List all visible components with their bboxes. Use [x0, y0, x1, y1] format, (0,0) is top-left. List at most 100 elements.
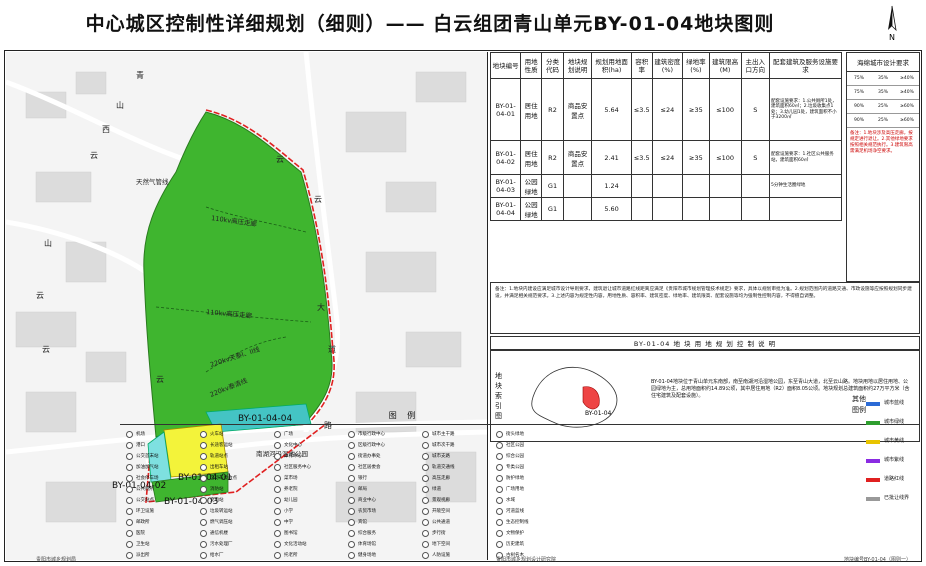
legend-item: 长途客运站: [200, 440, 237, 451]
legend-label: 步行街: [432, 531, 446, 536]
legend-symbol-icon: [126, 530, 133, 537]
legend-symbol-icon: [274, 519, 281, 526]
legend-label: 专类公园: [506, 465, 524, 470]
legend-symbol-icon: [496, 497, 503, 504]
road-char-2: 山: [116, 100, 124, 110]
legend-item: 防护绿地: [496, 473, 529, 484]
legend-label: 文化活动站: [284, 542, 307, 547]
footer-center: 贵阳市城乡规划设计研究院: [496, 557, 557, 563]
legend-label: 广场用地: [506, 487, 524, 492]
legend-symbol-icon: [274, 497, 281, 504]
road-char-3: 西: [102, 125, 110, 134]
legend-item: 广场用地: [496, 484, 529, 495]
legend-item: 公交首末站: [126, 451, 159, 462]
legend-label: 长途客运站: [210, 443, 233, 448]
legend-item: 街道办事处: [348, 451, 385, 462]
legend-symbol-icon: [274, 453, 281, 460]
legend-label: 城市支路: [432, 454, 450, 459]
line-legend-item: 城市绿线: [866, 413, 909, 432]
legend-symbol-icon: [200, 475, 207, 482]
legend-label: 消防站: [210, 487, 224, 492]
legend-item: 邮政所: [126, 517, 159, 528]
legend-item: 轨道交通线: [422, 462, 455, 473]
line-legend: 城市蓝线 城市绿线 城市黄线 城市紫线 道路红线 已批让线界: [866, 394, 909, 508]
legend-label: 变电站: [210, 498, 224, 503]
legend-label: 邮局: [358, 487, 367, 492]
legend-item: 加油加气站: [126, 462, 159, 473]
legend-label: 水域: [506, 498, 515, 503]
legend-item: 城市次干路: [422, 440, 455, 451]
line-legend-label: 已批让线界: [884, 495, 910, 501]
legend-item: 养老院: [274, 484, 311, 495]
legend-label: 综合公园: [506, 454, 524, 459]
legend-item: 消防站: [200, 484, 237, 495]
legend-item: 城市主干路: [422, 429, 455, 440]
legend-label: 地下空间: [432, 542, 450, 547]
legend-label: 医院: [136, 531, 145, 536]
legend-item: 广场: [274, 429, 311, 440]
legend-item: 街头绿地: [496, 429, 529, 440]
legend-label: 文物保护: [506, 531, 524, 536]
legend-symbol-icon: [200, 541, 207, 548]
legend-label: 火车站: [210, 432, 224, 437]
legend-item: 区级行政中心: [348, 440, 385, 451]
legend-symbol-icon: [422, 453, 429, 460]
legend-label: 社区居委会: [358, 465, 381, 470]
north-arrow-icon: N: [888, 5, 897, 42]
legend-label: 邮政所: [136, 520, 150, 525]
legend-symbol-icon: [126, 453, 133, 460]
legend-item: 生态控制线: [496, 517, 529, 528]
legend-item: 小学: [274, 506, 311, 517]
line-legend-item: 城市蓝线: [866, 394, 909, 413]
legend-symbol-icon: [348, 497, 355, 504]
legend-item: 公共通道: [422, 517, 455, 528]
legend-symbol-icon: [422, 475, 429, 482]
legend-item: 社会停车场: [126, 473, 159, 484]
legend-item: 开敞空间: [422, 506, 455, 517]
legend-item: 社区服务中心: [274, 462, 311, 473]
road-char-1: 青: [136, 70, 144, 80]
legend-symbol-icon: [496, 475, 503, 482]
line-legend-item: 城市紫线: [866, 451, 909, 470]
legend-item: 银行: [348, 473, 385, 484]
legend-item: 邮局: [348, 484, 385, 495]
legend-item: 燃气调压站: [200, 517, 237, 528]
legend-label: 宾馆: [358, 520, 367, 525]
legend-symbol-icon: [126, 497, 133, 504]
legend-item: 河道蓝线: [496, 506, 529, 517]
legend-symbol-icon: [200, 508, 207, 515]
legend-item: 出租车站: [200, 462, 237, 473]
legend-symbol-icon: [126, 541, 133, 548]
legend-symbol-icon: [496, 442, 503, 449]
legend-label: 文化中心: [284, 443, 302, 448]
legend-symbol-icon: [422, 431, 429, 438]
legend-label: 中学: [284, 520, 293, 525]
legend-item: 水域: [496, 495, 529, 506]
legend-item: 公交站点: [126, 495, 159, 506]
page-title: 中心城区控制性详细规划（细则）—— 白云组团青山单元BY-01-04地块图则: [85, 12, 775, 35]
legend-label: 公共通道: [432, 520, 450, 525]
legend-label: 轨道交通线: [432, 465, 455, 470]
legend-symbol-icon: [422, 442, 429, 449]
line-legend-item: 城市黄线: [866, 432, 909, 451]
legend-symbol-icon: [274, 486, 281, 493]
legend-label: 垃圾转运站: [210, 509, 233, 514]
legend-item: 卫生站: [126, 539, 159, 550]
legend-label: 生态控制线: [506, 520, 529, 525]
legend-symbol-icon: [422, 519, 429, 526]
line-swatch-icon: [866, 458, 880, 463]
other-legend-title: 其他图例: [852, 395, 866, 414]
legend-container: 图 例 机场 港口 公交首末站 加油加气站 社会停车场 公共厕所 公交站点 环卫设施 邮政所 医院…: [120, 52, 920, 560]
legend-label: 机场: [136, 432, 145, 437]
legend-label: 卫生站: [136, 542, 150, 547]
legend-label: 养老院: [284, 487, 298, 492]
legend-symbol-icon: [348, 453, 355, 460]
legend-symbol-icon: [200, 442, 207, 449]
legend-symbol-icon: [274, 442, 281, 449]
legend-item: 垃圾转运站: [200, 506, 237, 517]
legend-label: 幼儿园: [284, 498, 298, 503]
legend-item: 通信机楼: [200, 528, 237, 539]
road-char-13: 云: [36, 291, 44, 300]
line-legend-label: 城市黄线: [884, 438, 905, 444]
legend-label: 图书馆: [284, 531, 298, 536]
